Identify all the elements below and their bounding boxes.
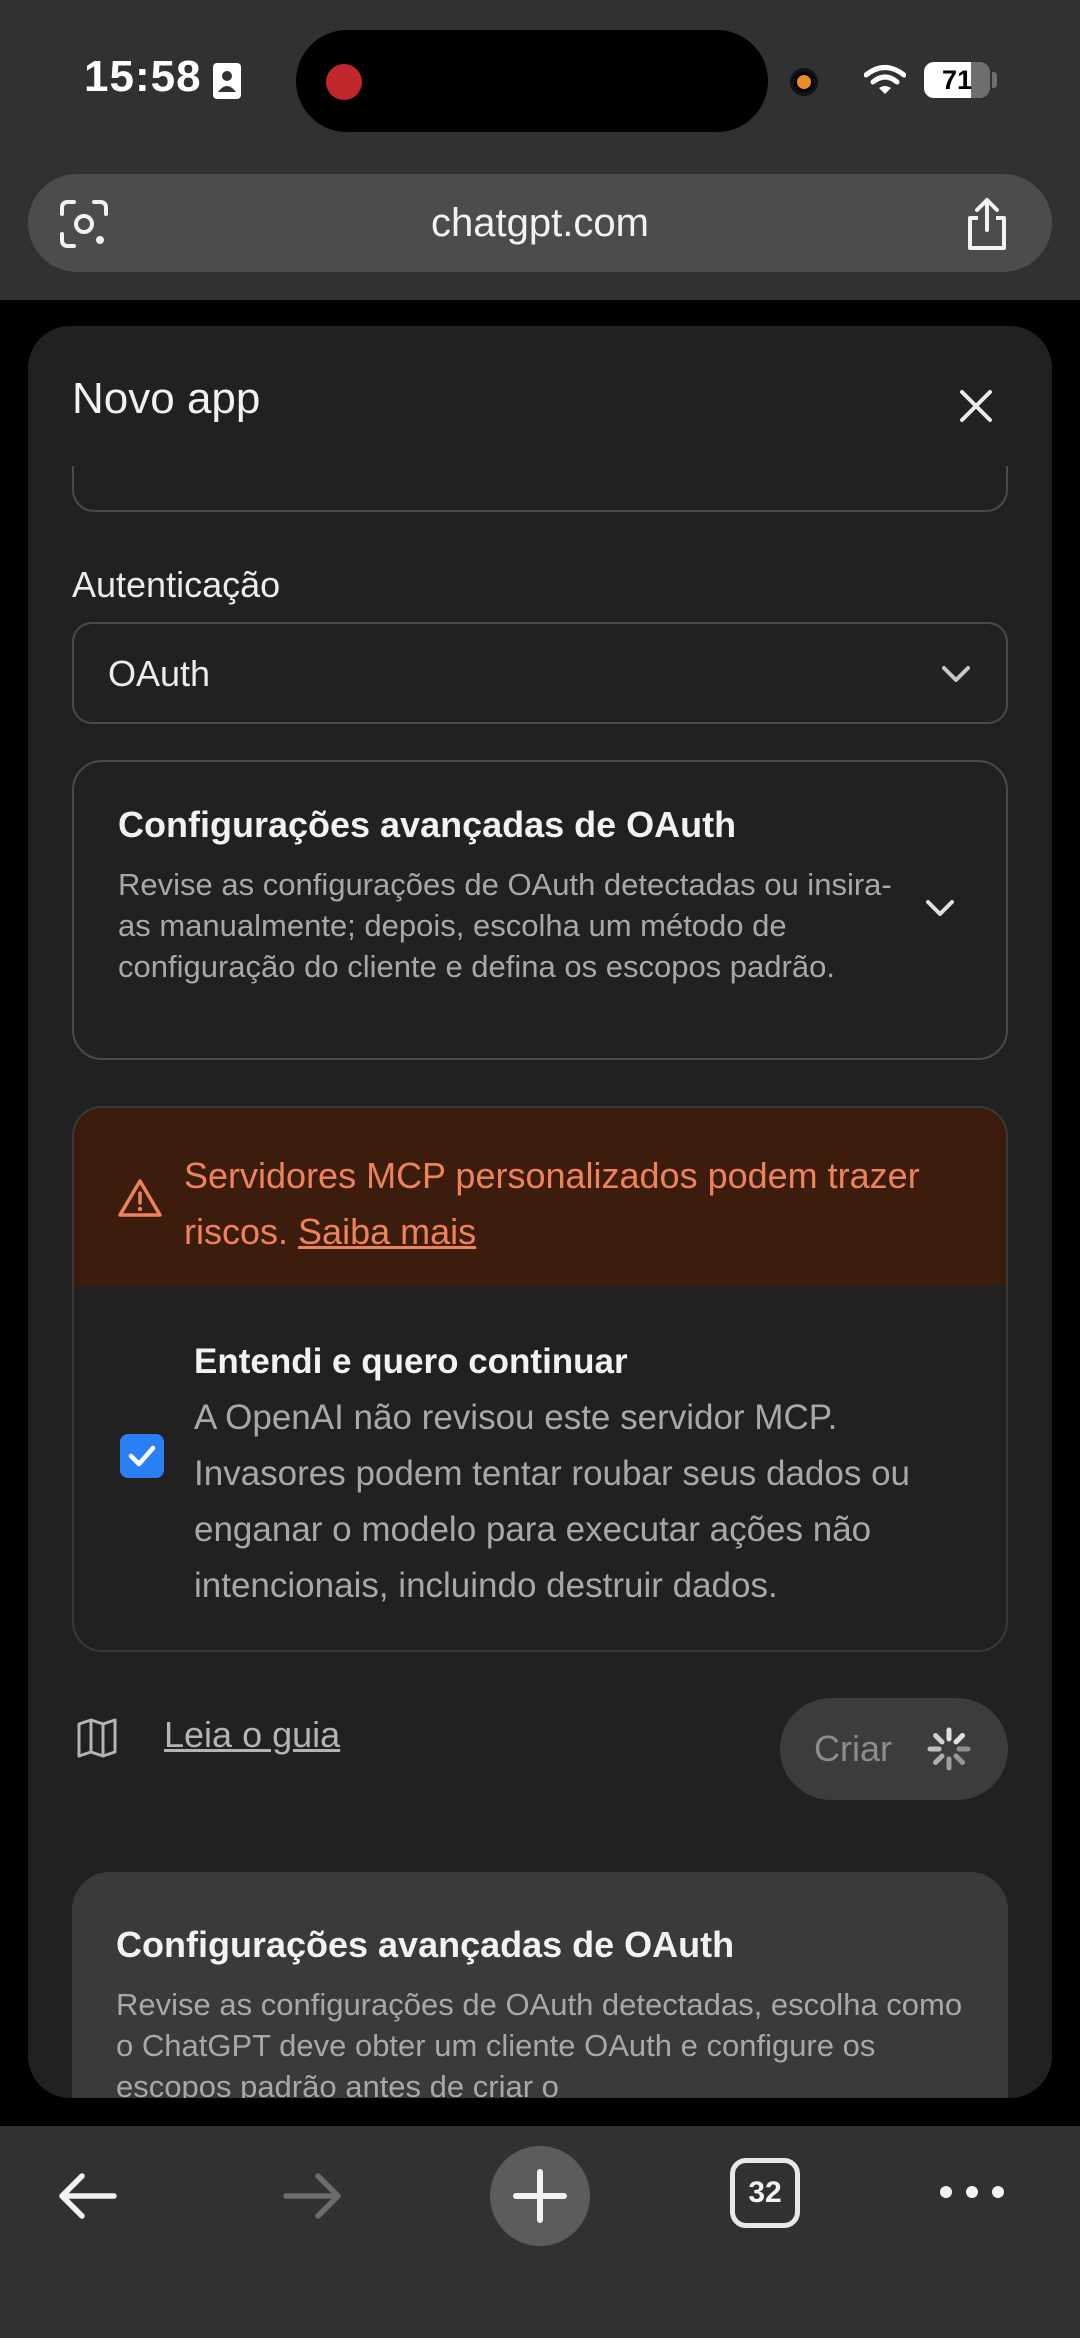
plus-icon (513, 2169, 567, 2223)
dynamic-island (296, 30, 768, 132)
recording-indicator (326, 64, 362, 100)
create-button[interactable]: Criar (780, 1698, 1008, 1800)
warning-icon (118, 1179, 162, 1217)
battery-tip (992, 72, 997, 88)
back-icon[interactable] (52, 2166, 122, 2226)
forward-icon[interactable] (278, 2166, 348, 2226)
warning-text: Servidores MCP personalizados podem traz… (184, 1148, 974, 1260)
address-bar[interactable]: chatgpt.com (28, 174, 1052, 272)
spinner-icon (927, 1727, 971, 1771)
warning-banner: Servidores MCP personalizados podem traz… (74, 1108, 1006, 1286)
learn-more-link[interactable]: Saiba mais (298, 1211, 476, 1252)
advanced-oauth-sheet: Configurações avançadas de OAuth Revise … (72, 1872, 1008, 2098)
sheet-description: Revise as configurações de OAuth detecta… (116, 1987, 963, 2098)
battery-indicator: 71 (924, 62, 990, 98)
tabs-button[interactable]: 32 (730, 2158, 800, 2228)
id-card-icon (213, 63, 241, 99)
wifi-icon (864, 65, 906, 94)
previous-field-edge[interactable] (72, 466, 1008, 512)
read-guide-link[interactable]: Leia o guia (164, 1714, 340, 1756)
more-icon[interactable] (936, 2180, 1008, 2204)
warning-message: Servidores MCP personalizados podem traz… (184, 1155, 920, 1252)
new-tab-button[interactable] (490, 2146, 590, 2246)
authentication-label: Autenticação (72, 564, 281, 605)
authentication-select[interactable]: OAuth (72, 622, 1008, 724)
acknowledge-title: Entendi e quero continuar (194, 1342, 628, 1381)
sheet-title: Configurações avançadas de OAuth (116, 1924, 735, 1965)
screen: 15:58 71 chatgpt.com Novo app Autenticaç… (0, 0, 1080, 2338)
create-button-label: Criar (814, 1728, 892, 1769)
advanced-oauth-title: Configurações avançadas de OAuth (118, 804, 737, 845)
status-time: 15:58 (84, 52, 202, 101)
url-text: chatgpt.com (431, 201, 649, 245)
close-icon[interactable] (948, 378, 1004, 434)
mcp-risk-warning: Servidores MCP personalizados podem traz… (72, 1106, 1008, 1652)
advanced-oauth-settings-toggle[interactable]: Configurações avançadas de OAuth Revise … (72, 760, 1008, 1060)
battery-percentage: 71 (941, 65, 973, 95)
advanced-oauth-description: Revise as configurações de OAuth detecta… (118, 867, 892, 984)
acknowledge-description: A OpenAI não revisou este servidor MCP. … (194, 1398, 910, 1605)
tab-count: 32 (748, 2176, 782, 2209)
authentication-select-value: OAuth (108, 653, 211, 694)
browser-bottom-toolbar: 32 (0, 2126, 1080, 2338)
chevron-down-icon (942, 666, 970, 682)
share-icon[interactable] (964, 196, 1010, 252)
book-icon (77, 1718, 117, 1758)
camera-in-use-indicator (790, 68, 818, 96)
chevron-down-icon (926, 900, 954, 916)
new-app-modal: Novo app Autenticação OAuth Configuraçõe… (28, 326, 1052, 2098)
lens-icon[interactable] (58, 198, 110, 250)
browser-top-chrome: 15:58 71 chatgpt.com (0, 0, 1080, 300)
modal-title: Novo app (72, 374, 261, 423)
check-icon[interactable] (120, 1434, 164, 1478)
